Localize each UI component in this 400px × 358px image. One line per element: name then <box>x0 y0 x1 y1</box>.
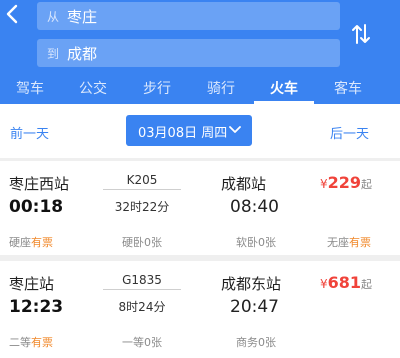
seat-status: 0张 <box>144 336 162 349</box>
origin-field[interactable]: 从 枣庄 <box>37 2 340 30</box>
route-line <box>103 189 181 190</box>
price-suffix: 起 <box>361 178 373 191</box>
tab-bike[interactable]: 骑行 <box>191 78 251 98</box>
chevron-left-icon <box>6 4 18 24</box>
duration: 8时24分 <box>118 300 166 314</box>
route-line <box>103 289 181 290</box>
price-suffix: 起 <box>361 278 373 291</box>
price-amount: 681 <box>327 273 362 292</box>
price: ¥229起 <box>320 173 372 192</box>
seat-status: 有票 <box>31 236 53 249</box>
seat-status: 0张 <box>144 236 162 249</box>
swap-button[interactable] <box>351 23 371 45</box>
seat-type: 二等 <box>9 336 31 349</box>
price: ¥681起 <box>320 273 372 292</box>
departure-time: 00:18 <box>9 197 64 217</box>
date-label: 03月08日 周四 <box>138 126 228 141</box>
chevron-down-icon <box>229 126 241 133</box>
seat-availability: 无座有票 <box>327 234 371 250</box>
arrival-station: 成都站 <box>221 175 267 193</box>
seat-availability: 软卧0张 <box>236 234 276 250</box>
departure-station: 枣庄西站 <box>9 175 70 193</box>
next-day-link[interactable]: 后一天 <box>330 123 369 142</box>
seat-availability: 商务0张 <box>236 334 276 350</box>
tab-coach[interactable]: 客车 <box>318 78 378 98</box>
arrival-time: 08:40 <box>230 197 279 217</box>
train-number: G1835 <box>122 273 162 287</box>
seat-type: 商务 <box>236 336 258 349</box>
arrival-station: 成都东站 <box>221 275 282 293</box>
tab-drive[interactable]: 驾车 <box>0 78 60 98</box>
destination-prefix: 到 <box>47 47 60 61</box>
price-amount: 229 <box>327 173 362 192</box>
origin-prefix: 从 <box>47 10 60 24</box>
transport-tabs: 驾车 公交 步行 骑行 火车 客车 <box>0 76 400 104</box>
destination-value: 成都 <box>67 45 98 63</box>
tab-train[interactable]: 火车 <box>254 78 314 98</box>
departure-time: 12:23 <box>9 297 64 317</box>
tab-bus[interactable]: 公交 <box>63 78 123 98</box>
train-card[interactable]: 枣庄西站 00:18 K205 32时22分 成都站 08:40 ¥229起 硬… <box>0 161 400 258</box>
departure-station: 枣庄站 <box>9 275 55 293</box>
duration: 32时22分 <box>114 200 170 214</box>
seat-status: 有票 <box>31 336 53 349</box>
back-button[interactable] <box>5 4 25 28</box>
seat-availability: 一等0张 <box>122 334 162 350</box>
seat-status: 0张 <box>258 336 276 349</box>
seat-availability: 硬座有票 <box>9 234 53 250</box>
train-number: K205 <box>126 173 158 187</box>
swap-arrows-icon <box>352 24 370 44</box>
date-picker-button[interactable]: 03月08日 周四 <box>126 115 252 146</box>
currency-symbol: ¥ <box>320 277 328 291</box>
seat-type: 软卧 <box>236 236 258 249</box>
origin-value: 枣庄 <box>67 8 98 26</box>
tab-walk[interactable]: 步行 <box>127 78 187 98</box>
seat-type: 硬卧 <box>122 236 144 249</box>
seat-availability: 二等有票 <box>9 334 53 350</box>
date-bar: 前一天 03月08日 周四 后一天 <box>0 104 400 159</box>
seat-type: 硬座 <box>9 236 31 249</box>
seat-type: 一等 <box>122 336 144 349</box>
route-header: 从 枣庄 到 成都 驾车 公交 步行 骑行 火车 客车 <box>0 0 400 104</box>
arrival-time: 20:47 <box>230 297 279 317</box>
seat-status: 有票 <box>349 236 371 249</box>
seat-availability: 硬卧0张 <box>122 234 162 250</box>
seat-type: 无座 <box>327 236 349 249</box>
seat-status: 0张 <box>258 236 276 249</box>
currency-symbol: ¥ <box>320 177 328 191</box>
previous-day-link[interactable]: 前一天 <box>10 123 49 142</box>
destination-field[interactable]: 到 成都 <box>37 39 340 67</box>
train-card[interactable]: 枣庄站 12:23 G1835 8时24分 成都东站 20:47 ¥681起 二… <box>0 261 400 358</box>
